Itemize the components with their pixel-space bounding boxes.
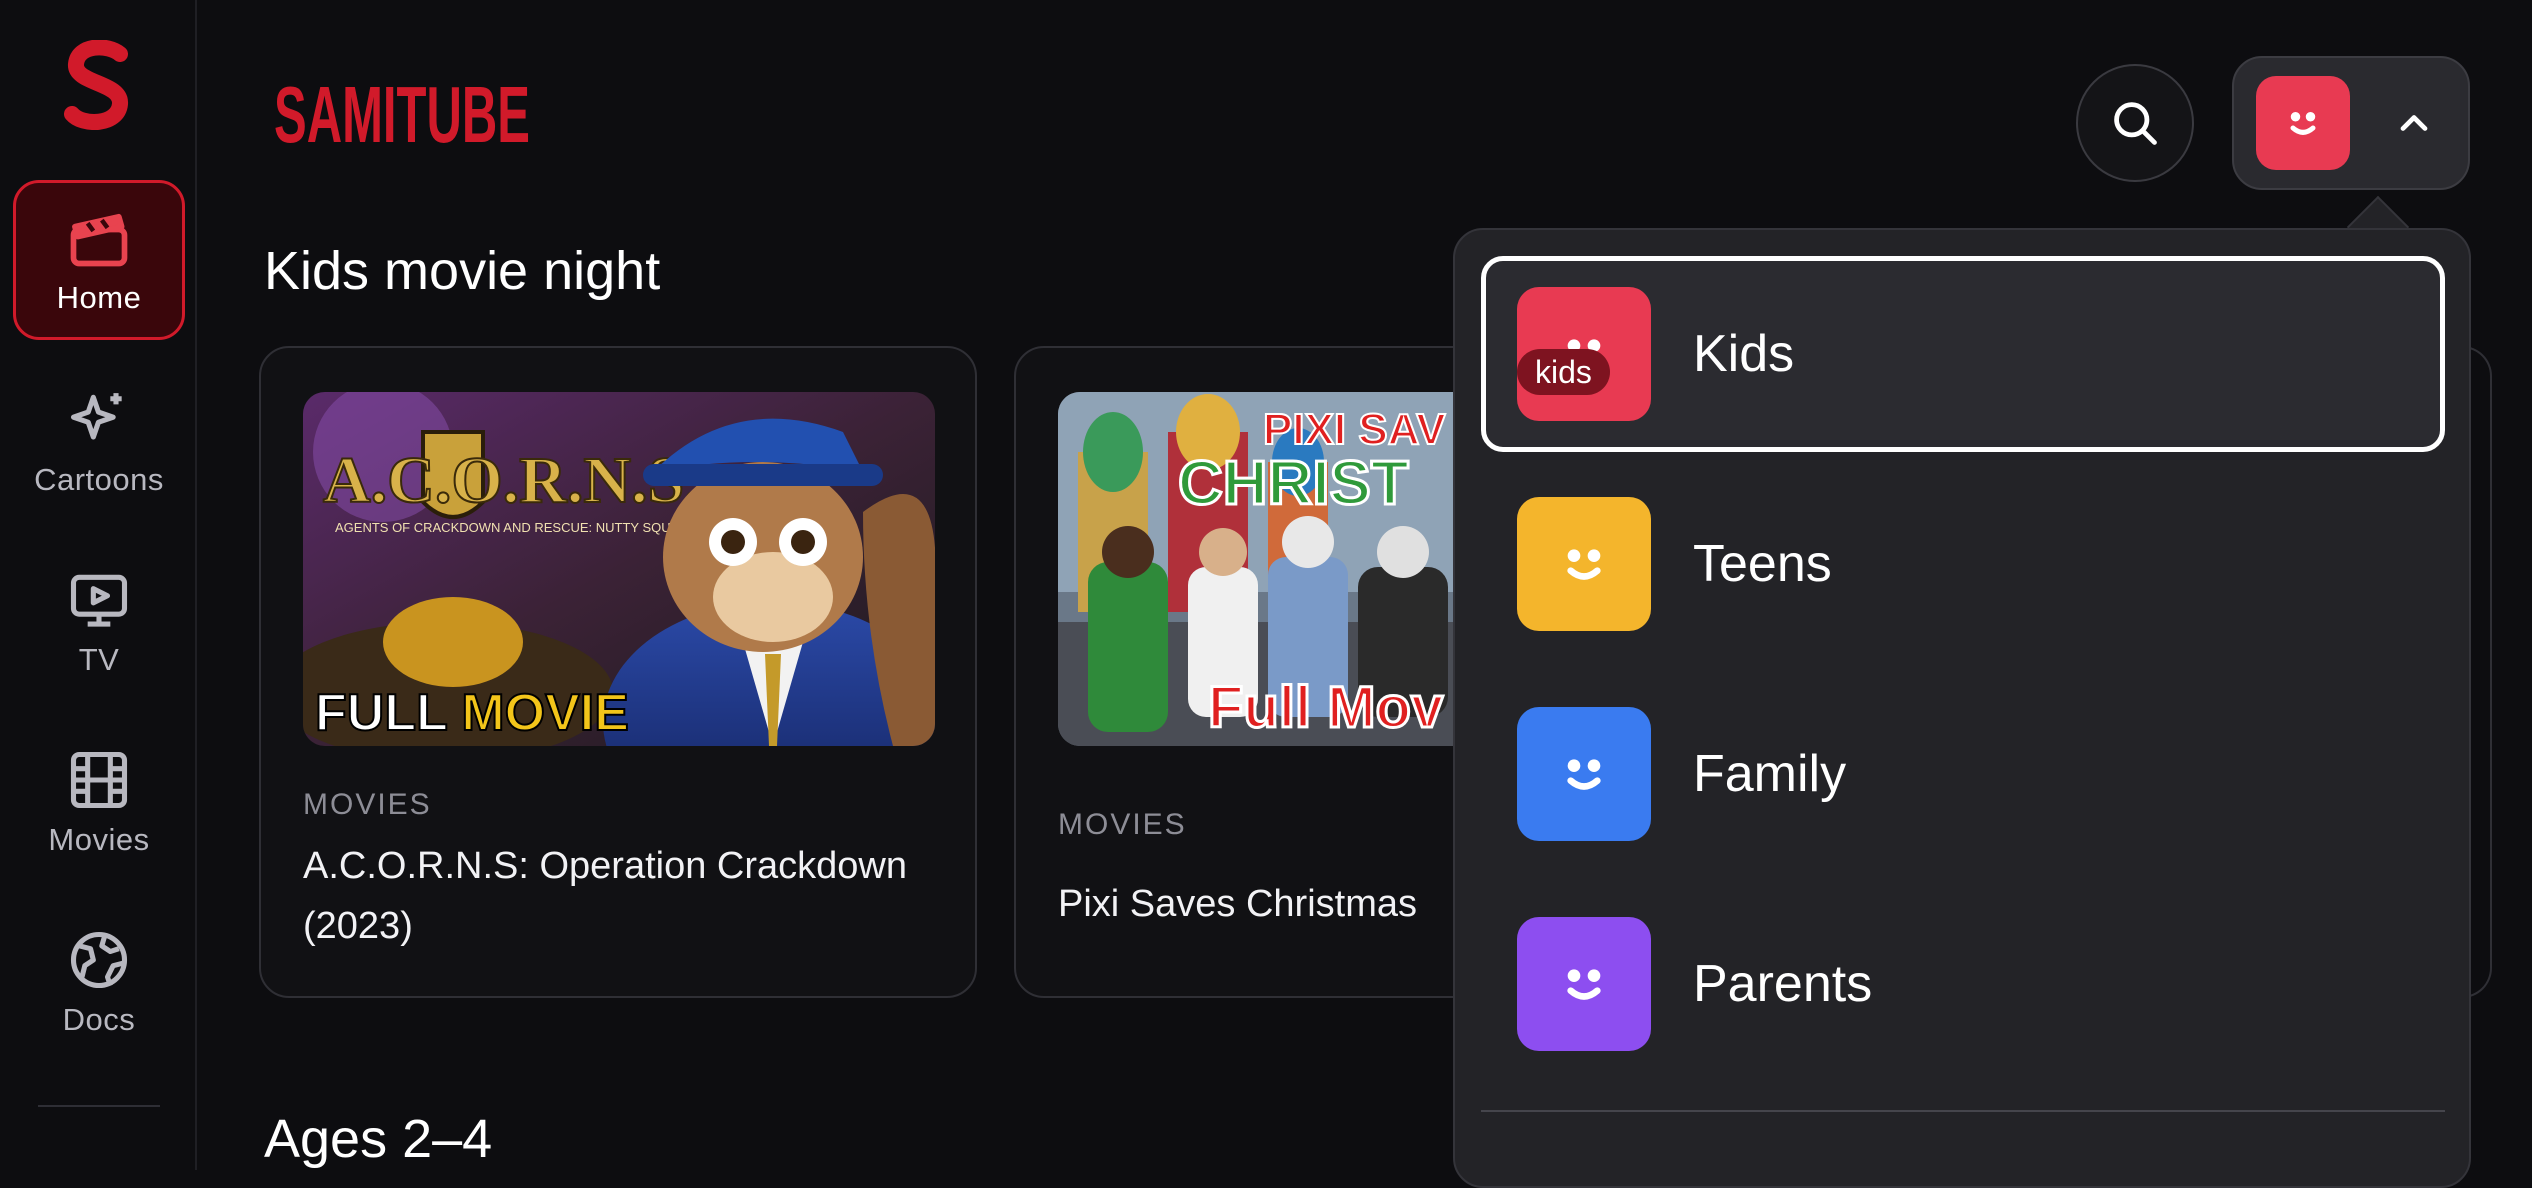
sidebar-item-label: Cartoons — [34, 462, 164, 497]
globe-icon — [70, 931, 128, 989]
brand-logo[interactable]: SAMITUBE — [274, 70, 534, 159]
sidebar-item-label: Movies — [48, 822, 150, 857]
profile-option-parents[interactable]: Parents — [1481, 886, 2445, 1082]
svg-text:FULL MOVIE: FULL MOVIE — [315, 684, 629, 742]
section-title: Kids movie night — [264, 241, 661, 301]
sidebar-item-label: Docs — [62, 1002, 136, 1037]
svg-text:AGENTS OF CRACKDOWN AND RESCUE: AGENTS OF CRACKDOWN AND RESCUE: NUTTY SQ… — [335, 520, 718, 535]
sidebar-divider — [38, 1105, 160, 1107]
sparkles-icon — [70, 393, 122, 440]
smiley-icon — [2290, 112, 2316, 135]
smiley-icon — [1567, 549, 1601, 580]
movie-card[interactable]: A.C.O.R.N.S. AGENTS OF CRACKDOWN AND RES… — [259, 346, 977, 998]
profile-name: Family — [1693, 745, 1847, 803]
sidebar-item-tv[interactable]: TV — [13, 542, 185, 702]
svg-text:PIXI SAV: PIXI SAV — [1263, 405, 1446, 454]
profile-option-family[interactable]: Family — [1481, 676, 2445, 872]
tv-play-icon — [70, 574, 128, 627]
profile-dropdown-menu: kids Kids Teens Family Parents — [1453, 228, 2471, 1188]
search-icon — [2114, 102, 2157, 145]
profile-avatar — [1517, 497, 1651, 631]
profile-avatar — [1517, 917, 1651, 1051]
svg-text:A.C.O.R.N.S.: A.C.O.R.N.S. — [323, 444, 701, 517]
profile-option-kids[interactable]: kids Kids — [1481, 256, 2445, 452]
sidebar-item-home[interactable]: Home — [13, 180, 185, 340]
acorns-poster: A.C.O.R.N.S. AGENTS OF CRACKDOWN AND RES… — [303, 392, 935, 746]
section-title: Ages 2–4 — [264, 1109, 493, 1169]
film-icon — [70, 751, 128, 809]
profile-switcher-button[interactable] — [2232, 56, 2470, 190]
chevron-up-icon — [2400, 115, 2428, 131]
svg-text:CHRIST: CHRIST — [1178, 449, 1409, 518]
profile-avatar — [1517, 707, 1651, 841]
svg-text:Full Mov: Full Mov — [1208, 675, 1443, 740]
samitube-wordmark: SAMITUBE — [274, 70, 530, 159]
profile-name: Teens — [1693, 535, 1832, 593]
profile-avatar: kids — [1517, 287, 1651, 421]
dropdown-divider — [1481, 1110, 2445, 1112]
movie-category: MOVIES — [1058, 808, 1187, 841]
sidebar-item-cartoons[interactable]: Cartoons — [13, 362, 185, 522]
search-button[interactable] — [2076, 64, 2194, 182]
clapperboard-icon — [70, 213, 128, 267]
movie-title: A.C.O.R.N.S: Operation Crackdown (2023) — [303, 845, 907, 947]
smiley-icon — [1567, 969, 1601, 1000]
current-profile-avatar — [2256, 76, 2350, 170]
profile-tooltip-tag: kids — [1517, 349, 1610, 395]
sidebar-item-docs[interactable]: Docs — [13, 902, 185, 1062]
brand-name: SAMITUBE — [274, 70, 530, 156]
movie-thumbnail: A.C.O.R.N.S. AGENTS OF CRACKDOWN AND RES… — [303, 392, 935, 746]
profile-name: Parents — [1693, 955, 1873, 1013]
app-logo[interactable] — [0, 30, 197, 140]
profile-option-teens[interactable]: Teens — [1481, 466, 2445, 662]
sidebar-item-movies[interactable]: Movies — [13, 722, 185, 882]
s-logo-icon — [63, 40, 128, 130]
sidebar: Home Cartoons TV Movies Docs — [0, 0, 197, 1170]
smiley-icon — [1567, 759, 1601, 790]
movie-category: MOVIES — [303, 788, 432, 821]
sidebar-item-label: Home — [56, 280, 142, 315]
profile-name: Kids — [1693, 325, 1795, 383]
sidebar-item-label: TV — [78, 642, 120, 677]
